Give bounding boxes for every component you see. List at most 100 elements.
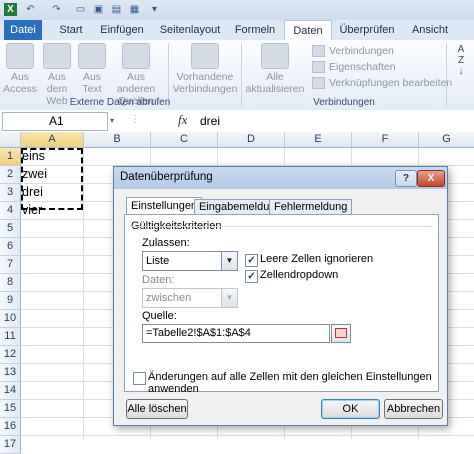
connections-icon [191, 43, 219, 69]
connections-button[interactable]: Verbindungen [312, 44, 394, 58]
column-headers: A B C D E F G [0, 132, 474, 148]
column-header[interactable]: G [419, 132, 474, 147]
row-header[interactable]: 2 [0, 166, 21, 184]
sort-button[interactable]: A Z ↓ [452, 44, 470, 77]
row-header[interactable]: 11 [0, 328, 21, 346]
existing-connections-button[interactable]: Vorhandene Verbindungen [172, 43, 238, 95]
open-folder-icon[interactable]: ▤ [110, 3, 123, 16]
close-icon[interactable]: X [417, 170, 445, 187]
ribbon-separator [241, 43, 242, 107]
grid-line [83, 148, 84, 439]
redo-icon[interactable]: ↷ [50, 3, 63, 16]
allow-label: Zulassen: [142, 237, 190, 249]
tab-start[interactable]: Start [52, 20, 90, 40]
formula-bar: A1 ▾ ⋮ fx drei [0, 110, 474, 133]
column-header[interactable]: C [151, 132, 218, 147]
row-header[interactable]: 1 [0, 148, 21, 166]
data-select-value: zwischen [146, 292, 192, 304]
range-select-icon [335, 328, 347, 338]
refresh-all-button[interactable]: Alle aktualisieren [244, 43, 306, 95]
dialog-title: Datenüberprüfung [120, 171, 213, 183]
edit-links-button[interactable]: Verknüpfungen bearbeiten [312, 76, 452, 90]
links-icon [312, 77, 325, 90]
row-header[interactable]: 8 [0, 274, 21, 292]
allow-select[interactable]: Liste ▼ [142, 251, 238, 271]
ignore-blank-checkbox[interactable]: ✓ [245, 254, 258, 267]
group-label-external-data: Externe Daten abrufen [69, 97, 171, 108]
properties-button[interactable]: Eigenschaften [312, 60, 396, 74]
source-input[interactable]: =Tabelle2!$A$1:$A$4 [142, 324, 330, 343]
settings-panel: Gültigkeitskriterien Zulassen: Liste ▼ ✓… [124, 214, 439, 395]
ribbon-separator [446, 43, 447, 107]
chevron-down-icon[interactable]: ▼ [221, 252, 237, 270]
clear-all-button[interactable]: Alle löschen [126, 399, 188, 419]
row-header[interactable]: 13 [0, 364, 21, 382]
ribbon-tabs: Datei Start Einfügen Seitenlayout Formel… [0, 20, 474, 42]
grid-line [21, 435, 474, 436]
row-header[interactable]: 15 [0, 400, 21, 418]
row-header[interactable]: 4 [0, 202, 21, 220]
insert-function-icon[interactable]: fx [178, 112, 187, 128]
text-file-icon [78, 43, 106, 69]
cancel-button[interactable]: Abbrechen [384, 399, 443, 419]
apply-all-checkbox[interactable] [133, 372, 146, 385]
row-header[interactable]: 3 [0, 184, 21, 202]
new-file-icon[interactable]: ▭ [74, 3, 87, 16]
undo-icon[interactable]: ↶ [24, 3, 37, 16]
ribbon: Aus Access Aus dem Web Aus Text Aus ande… [0, 40, 474, 111]
tab-fehlermeldung[interactable]: Fehlermeldung [269, 199, 353, 214]
tab-einfuegen[interactable]: Einfügen [96, 20, 148, 40]
access-icon [6, 43, 34, 69]
row-header[interactable]: 16 [0, 418, 21, 436]
tab-ueberpruefen[interactable]: Überprüfen [336, 20, 398, 40]
tab-ansicht[interactable]: Ansicht [406, 20, 454, 40]
source-label: Quelle: [142, 310, 177, 322]
print-icon[interactable]: ▦ [128, 3, 141, 16]
allow-select-value: Liste [146, 255, 170, 267]
row-header[interactable]: 5 [0, 220, 21, 238]
name-box-dropdown-icon[interactable]: ▾ [110, 116, 118, 126]
tab-formeln[interactable]: Formeln [232, 20, 278, 40]
column-header[interactable]: D [218, 132, 285, 147]
column-header[interactable]: B [84, 132, 151, 147]
refresh-icon [261, 43, 289, 69]
chevron-down-icon: ▼ [221, 289, 237, 307]
tab-seitenlayout[interactable]: Seitenlayout [155, 20, 225, 40]
in-cell-dropdown-checkbox[interactable]: ✓ [245, 270, 258, 283]
customize-qat-icon[interactable]: ▾ [148, 3, 161, 16]
tab-datei[interactable]: Datei [4, 20, 42, 40]
properties-icon [312, 61, 325, 74]
formula-input[interactable]: drei [200, 112, 220, 130]
ok-button[interactable]: OK [321, 399, 380, 419]
tab-einstellungen[interactable]: Einstellungen [126, 197, 203, 215]
column-header[interactable]: F [352, 132, 419, 147]
in-cell-dropdown-label: Zellendropdown [260, 269, 339, 281]
row-header[interactable]: 9 [0, 292, 21, 310]
data-select: zwischen ▼ [142, 288, 238, 308]
copy-marquee [21, 148, 83, 210]
column-header[interactable]: A [21, 132, 84, 147]
name-box[interactable]: A1 [2, 112, 108, 131]
title-bar: X ↶ ↷ ▭ ▣ ▤ ▦ ▾ [0, 0, 474, 20]
row-header[interactable]: 7 [0, 256, 21, 274]
section-divider [130, 226, 433, 227]
help-icon[interactable]: ? [395, 170, 417, 187]
connections-small-icon [312, 45, 325, 58]
row-header[interactable]: 14 [0, 382, 21, 400]
from-access-button[interactable]: Aus Access [2, 43, 38, 95]
web-icon [43, 43, 71, 69]
range-select-button[interactable] [331, 324, 351, 343]
select-all-corner[interactable] [0, 132, 21, 147]
from-text-button[interactable]: Aus Text [78, 43, 106, 95]
row-header[interactable]: 12 [0, 346, 21, 364]
dialog-title-bar[interactable]: Datenüberprüfung ? X [114, 167, 447, 189]
cancel-entry-icon: ⋮ [130, 114, 140, 125]
other-sources-icon [122, 43, 150, 69]
row-header[interactable]: 10 [0, 310, 21, 328]
excel-icon: X [4, 3, 17, 16]
data-validation-dialog: Datenüberprüfung ? X Einstellungen Einga… [113, 166, 448, 426]
save-icon[interactable]: ▣ [92, 3, 105, 16]
tab-daten[interactable]: Daten [284, 20, 332, 42]
column-header[interactable]: E [285, 132, 352, 147]
row-header[interactable]: 6 [0, 238, 21, 256]
